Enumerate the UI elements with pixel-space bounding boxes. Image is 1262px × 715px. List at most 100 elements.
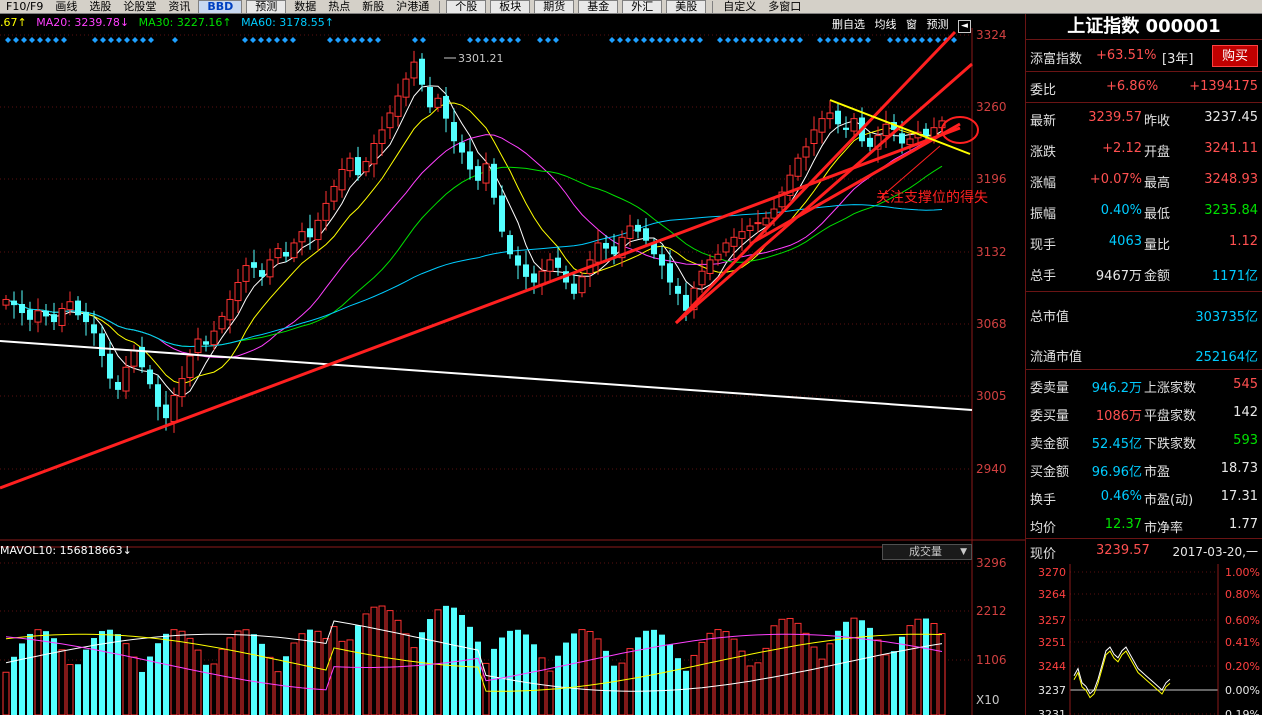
candle-body	[659, 254, 665, 266]
candle-body	[155, 384, 161, 407]
quote-label2: 最高	[1144, 176, 1171, 191]
ma60-line	[5, 204, 943, 348]
tab-futures[interactable]: 期货	[534, 0, 575, 13]
volume-bar	[867, 627, 873, 715]
tab-forex[interactable]: 外汇	[622, 0, 663, 13]
quote-value: +2.12	[1102, 141, 1142, 156]
menu-custom[interactable]: 自定义	[717, 0, 762, 13]
volume-bar	[194, 649, 202, 715]
volume-bar	[170, 629, 178, 715]
quote-value2: 1.12	[1229, 234, 1258, 249]
divider	[1026, 291, 1262, 292]
volume-bar	[594, 638, 602, 715]
tab-sector[interactable]: 板块	[490, 0, 531, 13]
candle-body	[19, 303, 25, 314]
candle-body	[762, 217, 770, 226]
volume-bar	[538, 657, 546, 715]
volume-bar	[482, 662, 490, 715]
forecast-button[interactable]: 预测	[246, 0, 287, 13]
kline-chart-panel[interactable]: 关注支撑位的得失 3301.21 3324 3260 3196 3132 3068 3005…	[0, 14, 1025, 715]
tab-fund[interactable]: 基金	[578, 0, 619, 13]
volume-bar	[378, 605, 386, 715]
candle-body	[218, 315, 226, 330]
volume-bar	[746, 665, 754, 715]
quote-row: 总手 9467万 金额 1171亿	[1026, 257, 1262, 288]
volume-bar	[434, 609, 442, 715]
candle-body	[274, 248, 282, 259]
volume-bar	[690, 654, 698, 715]
candle-body	[507, 235, 513, 255]
tab-stock[interactable]: 个股	[446, 0, 487, 13]
window-button[interactable]: 窗	[906, 18, 917, 31]
menu-forum[interactable]: 论股堂	[117, 0, 162, 13]
signal-diamond-icon	[343, 37, 349, 43]
tab-us-stock[interactable]: 美股	[666, 0, 707, 13]
buy-button[interactable]: 购买	[1212, 45, 1258, 67]
candle-body	[635, 224, 641, 232]
signal-diamond-icon	[849, 37, 855, 43]
volume-bar	[874, 639, 882, 715]
candle-body	[122, 366, 130, 392]
candle-body	[515, 255, 521, 266]
signal-diamond-icon	[697, 37, 703, 43]
candle-body	[667, 263, 673, 283]
quote-value: 0.40%	[1100, 203, 1142, 218]
menu-hot[interactable]: 热点	[322, 0, 356, 13]
signal-diamond-icon	[266, 37, 272, 43]
quote-label2: 金额	[1144, 269, 1171, 284]
signal-diamond-icon	[172, 37, 178, 43]
float-mv-row: 流通市值 252164亿	[1026, 334, 1262, 374]
volume-bar	[722, 631, 730, 715]
volume-bar	[683, 670, 689, 715]
volume-bar	[675, 658, 681, 715]
candle-body	[170, 395, 178, 423]
volume-bar	[499, 637, 505, 715]
candle-body	[810, 129, 818, 144]
bbd-button[interactable]: BBD	[198, 0, 243, 13]
volume-tick-label: 3296	[976, 556, 1007, 570]
ma-toggle-button[interactable]: 均线	[875, 18, 897, 31]
intraday-mini-chart[interactable]: 3270 1.00% 3264 0.80% 3257 0.60% 3251 0.41% 3244…	[1026, 564, 1262, 715]
candle-body	[850, 118, 858, 132]
menu-news[interactable]: 资讯	[162, 0, 196, 13]
menu-draw[interactable]: 画线	[49, 0, 83, 13]
candle-body	[314, 219, 322, 241]
candle-body	[362, 161, 370, 173]
candle-body	[467, 151, 473, 170]
menu-pick-stock[interactable]: 选股	[83, 0, 117, 13]
forecast-toggle-button[interactable]: 预测	[927, 18, 949, 31]
volume-bar	[155, 643, 161, 715]
delete-watchlist-button[interactable]: 删自选	[832, 18, 865, 31]
depth-label2: 市盈	[1144, 465, 1171, 480]
menu-data[interactable]: 数据	[288, 0, 322, 13]
candle-body	[130, 349, 138, 367]
quote-row: 现手 4063 量比 1.12	[1026, 226, 1262, 257]
candle-body	[259, 270, 265, 277]
volume-bar	[242, 629, 250, 715]
signal-diamond-icon	[116, 37, 122, 43]
price-tick-label: 3324	[976, 28, 1007, 42]
support-line-white	[0, 340, 973, 411]
current-price-value: 3239.57	[1096, 543, 1150, 558]
indicator-select[interactable]: 成交量 ▼	[882, 544, 972, 560]
quote-label2: 最低	[1144, 207, 1171, 222]
candle-body	[11, 300, 17, 306]
collapse-panel-icon[interactable]: ◄	[958, 20, 971, 33]
menu-hk-connect[interactable]: 沪港通	[390, 0, 435, 13]
menu-multi-window[interactable]: 多窗口	[762, 0, 807, 13]
f10-button[interactable]: F10/F9	[0, 0, 49, 13]
signal-diamond-icon	[327, 37, 333, 43]
candle-body	[298, 231, 306, 243]
ma-legend: .67↑ MA20: 3239.78↓ MA30: 3227.16↑ MA60:…	[0, 16, 340, 29]
volume-bar	[651, 629, 657, 715]
signal-diamond-icon	[335, 37, 341, 43]
signal-diamond-icon	[757, 37, 763, 43]
kline-chart-canvas[interactable]: 关注支撑位的得失 3301.21 3324 3260 3196 3132 3068 3005…	[0, 14, 1025, 715]
depth-label: 委卖量	[1030, 381, 1070, 396]
volume-bar	[698, 641, 706, 715]
signal-diamond-icon	[641, 37, 647, 43]
candle-body	[2, 298, 10, 306]
volume-bar	[778, 618, 786, 715]
menu-ipo[interactable]: 新股	[356, 0, 390, 13]
signal-diamond-icon	[617, 37, 623, 43]
